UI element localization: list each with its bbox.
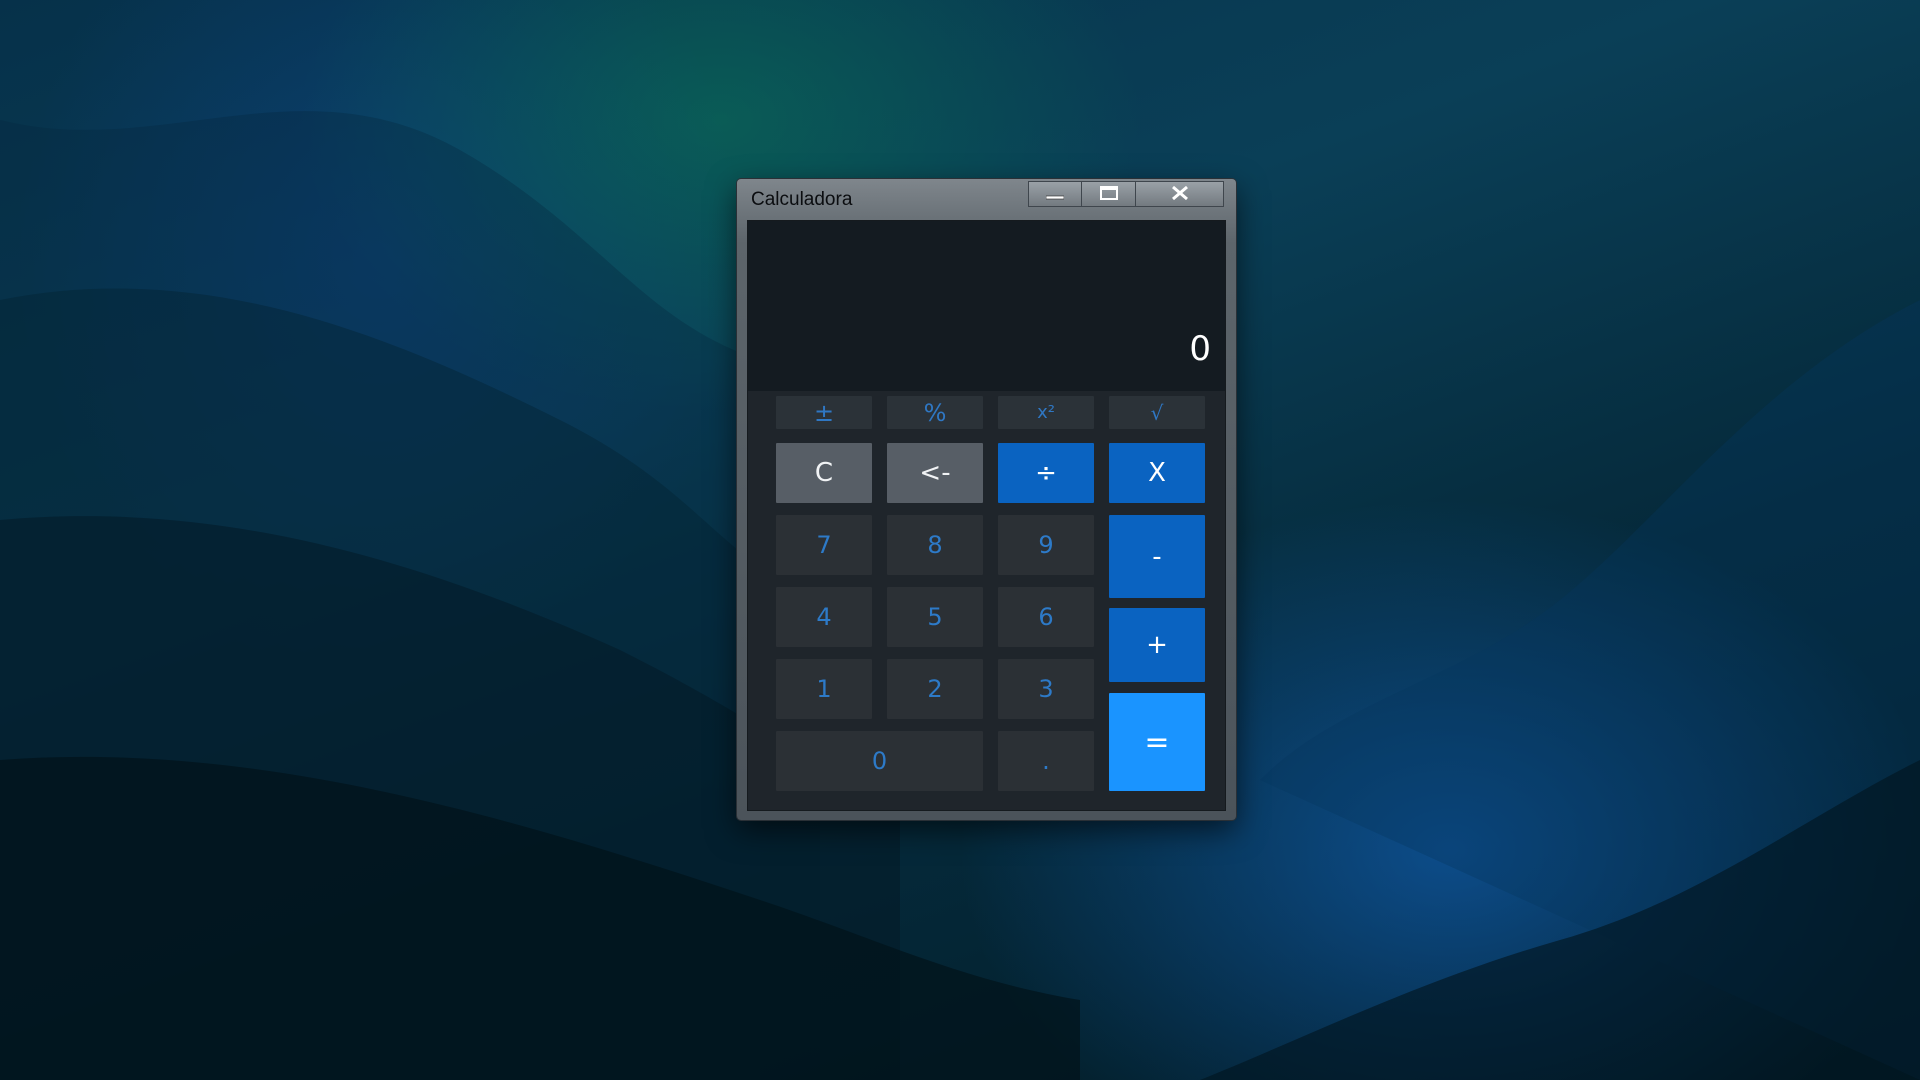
plus-minus-button[interactable]: ± — [776, 396, 872, 429]
calculator-body: 0 ± % x² √ C <- ÷ X 7 8 9 - 4 5 6 + 1 2 … — [747, 220, 1226, 811]
digit-3-button[interactable]: 3 — [998, 659, 1094, 719]
percent-button[interactable]: % — [887, 396, 983, 429]
digit-7-button[interactable]: 7 — [776, 515, 872, 575]
add-button[interactable]: + — [1109, 608, 1205, 682]
caption-buttons — [1028, 181, 1224, 207]
clear-button[interactable]: C — [776, 443, 872, 503]
decimal-button[interactable]: . — [998, 731, 1094, 791]
title-bar[interactable]: Calculadora — [737, 179, 1236, 221]
subtract-button[interactable]: - — [1109, 515, 1205, 598]
digit-6-button[interactable]: 6 — [998, 587, 1094, 647]
digit-2-button[interactable]: 2 — [887, 659, 983, 719]
minimize-button[interactable] — [1028, 181, 1082, 207]
close-button[interactable] — [1136, 181, 1224, 207]
digit-5-button[interactable]: 5 — [887, 587, 983, 647]
result-display: 0 — [748, 221, 1225, 391]
maximize-icon — [1099, 185, 1118, 204]
equals-button[interactable]: = — [1109, 693, 1205, 791]
calculator-window: Calculadora 0 ± % x² √ C <- ÷ X 7 8 9 - … — [737, 179, 1236, 820]
digit-8-button[interactable]: 8 — [887, 515, 983, 575]
multiply-button[interactable]: X — [1109, 443, 1205, 503]
sqrt-button[interactable]: √ — [1109, 396, 1205, 429]
maximize-button[interactable] — [1082, 181, 1136, 207]
digit-1-button[interactable]: 1 — [776, 659, 872, 719]
digit-0-button[interactable]: 0 — [776, 731, 983, 791]
square-button[interactable]: x² — [998, 396, 1094, 429]
close-icon — [1171, 185, 1189, 204]
digit-9-button[interactable]: 9 — [998, 515, 1094, 575]
minimize-icon — [1045, 185, 1065, 204]
display-value: 0 — [1189, 329, 1211, 369]
backspace-button[interactable]: <- — [887, 443, 983, 503]
digit-4-button[interactable]: 4 — [776, 587, 872, 647]
divide-button[interactable]: ÷ — [998, 443, 1094, 503]
window-title: Calculadora — [751, 189, 853, 210]
